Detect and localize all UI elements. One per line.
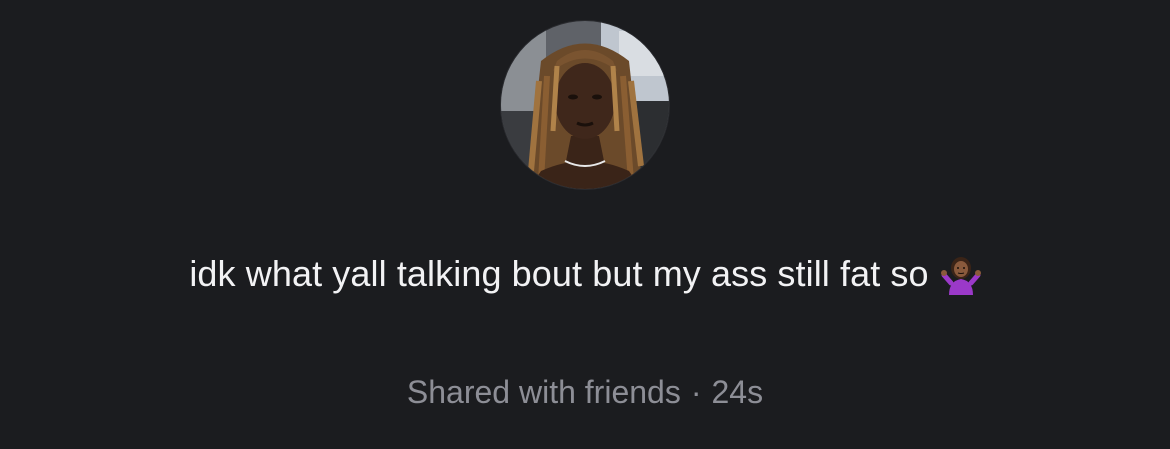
status-text: idk what yall talking bout but my ass st… — [189, 253, 929, 294]
status-text-row: idk what yall talking bout but my ass st… — [0, 248, 1170, 300]
status-post-view: idk what yall talking bout but my ass st… — [0, 0, 1170, 449]
avatar[interactable] — [501, 21, 669, 189]
person-shrugging-emoji-icon — [940, 253, 981, 295]
audience-label[interactable]: Shared with friends — [407, 374, 681, 411]
share-meta-row: Shared with friends · 24s — [0, 372, 1170, 412]
profile-photo-icon — [501, 21, 669, 189]
separator-dot: · — [690, 373, 702, 410]
timestamp: 24s — [711, 373, 764, 410]
